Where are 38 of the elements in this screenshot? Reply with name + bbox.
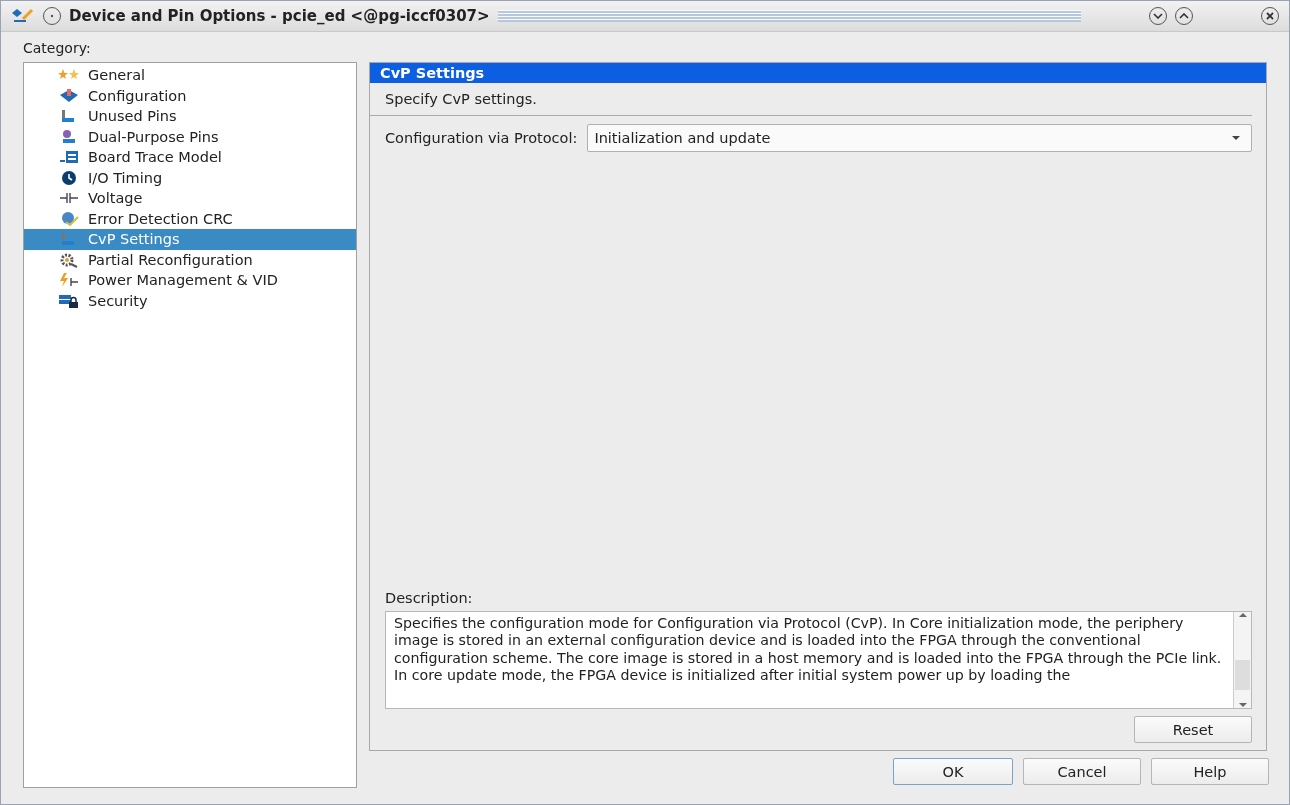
board-icon [58,149,80,166]
dialog-button[interactable]: OK [893,758,1013,785]
lock-icon [58,292,80,309]
field-label: Configuration via Protocol: [385,130,578,146]
category-label: Category: [23,40,92,56]
category-item[interactable]: Error Detection CRC [24,208,356,229]
category-item[interactable]: Security [24,290,356,311]
close-icon [1266,12,1274,20]
dialog-button[interactable]: Cancel [1023,758,1141,785]
chip-icon [58,87,80,104]
app-icon [11,7,35,25]
category-item[interactable]: Power Management & VID [24,270,356,291]
category-item[interactable]: Unused Pins [24,106,356,127]
category-item[interactable]: Voltage [24,188,356,209]
category-item[interactable]: General [24,65,356,86]
chevron-up-icon [1179,13,1189,19]
panel-title: CvP Settings [370,63,1266,83]
reset-button[interactable]: Reset [1134,716,1252,743]
scrollbar[interactable] [1233,612,1251,708]
category-item[interactable]: Board Trace Model [24,147,356,168]
description-label: Description: [384,590,474,608]
dot-icon [50,14,54,18]
dialog-button[interactable]: Help [1151,758,1269,785]
category-item[interactable]: CvP Settings [24,229,356,250]
description-text: Specifies the configuration mode for Configuration via Protocol (CvP). In Core initialization mode, the periphery image is stored in an external configuration device and is loaded into the FPGA through the conventional configuration scheme. The core image is stored in a host memory and is loaded into the FPGA through the PCIe link. In core update mode, the FPGA device is initialized after initial system power up by loading the [393,614,1223,686]
gear-icon [58,251,80,268]
category-item[interactable]: I/O Timing [24,167,356,188]
panel-subtitle: Specify CvP settings. [370,83,1252,116]
chevron-down-icon [1153,13,1163,19]
scroll-up-icon [1238,612,1247,618]
scroll-down-icon [1238,702,1247,708]
power-icon [58,272,80,289]
protocol-dropdown[interactable]: Initialization and update [587,124,1252,152]
window-title: Device and Pin Options - pcie_ed <@pg-iccf0307> [69,7,490,25]
category-item[interactable]: Configuration [24,85,356,106]
category-item[interactable]: Partial Reconfiguration [24,249,356,270]
caret-icon [1231,135,1241,141]
category-item[interactable]: Dual-Purpose Pins [24,126,356,147]
